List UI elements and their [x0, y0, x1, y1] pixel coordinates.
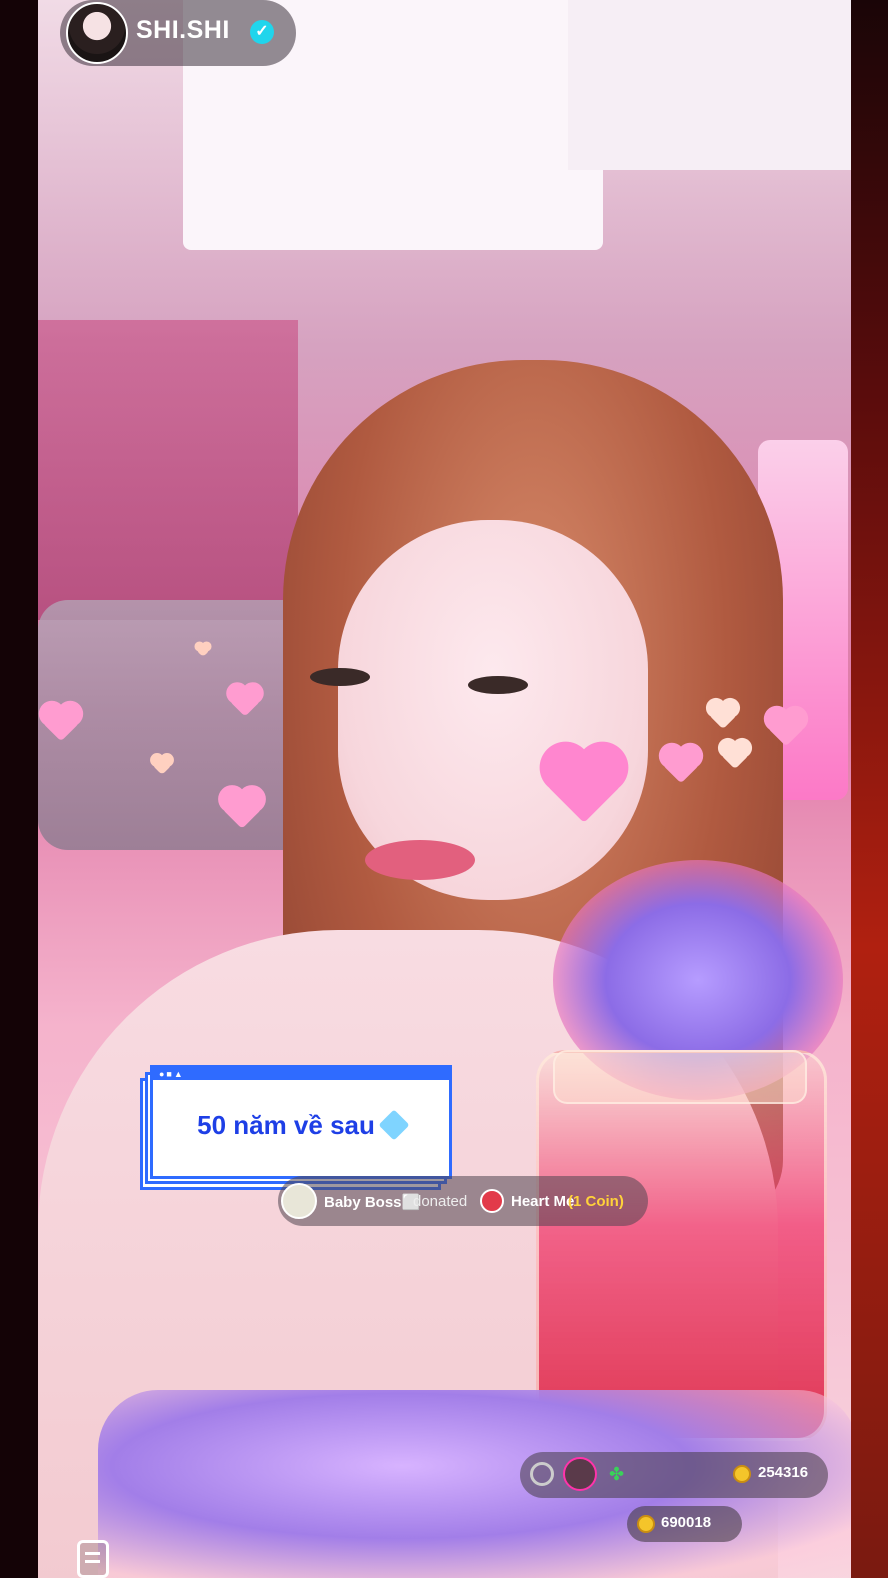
- clover-icon: ✤: [609, 1464, 625, 1484]
- caption-titlebar: ●■▲: [153, 1068, 449, 1080]
- host-avatar[interactable]: [66, 2, 128, 64]
- coin-icon: [637, 1515, 655, 1533]
- donation-action: donated: [413, 1193, 468, 1210]
- donor-name[interactable]: Baby Boss⬜: [324, 1193, 420, 1211]
- video-scene: [38, 0, 851, 1578]
- host-name[interactable]: SHI.SHI: [136, 16, 230, 45]
- coin-icon: [733, 1465, 751, 1483]
- coin-count-bottom: 690018: [661, 1514, 712, 1531]
- caption-text-row: 50 năm về sau: [153, 1109, 449, 1141]
- donor-avatar[interactable]: [281, 1183, 317, 1219]
- background-shelf: [38, 320, 298, 620]
- left-eye: [310, 668, 370, 686]
- caption-text: 50 năm về sau: [197, 1110, 375, 1140]
- top-gifter-avatar[interactable]: [563, 1457, 597, 1491]
- left-letterbox: [0, 0, 38, 1578]
- lips: [365, 840, 475, 880]
- gift-jar-lid: [553, 1050, 807, 1104]
- right-letterbox: [851, 0, 888, 1578]
- verified-check-icon: ✓: [250, 20, 274, 44]
- window-controls-icon: ●■▲: [159, 1069, 185, 1079]
- caption-window: ●■▲ 50 năm về sau: [150, 1065, 452, 1179]
- gift-name: Heart Me: [511, 1193, 575, 1210]
- right-eye: [468, 676, 528, 694]
- gift-jar: [536, 1050, 827, 1441]
- background-monitor-2: [568, 0, 851, 170]
- streamer-face: [338, 520, 648, 900]
- blue-heart-icon: [378, 1109, 410, 1141]
- live-stream-frame: SHI.SHI ✓ ●■▲ 50 năm về sau Baby Boss⬜ d…: [0, 0, 888, 1578]
- ranking-badge-icon[interactable]: [530, 1462, 554, 1486]
- gift-cost: (1 Coin): [568, 1193, 624, 1210]
- coin-count-top: 254316: [758, 1464, 809, 1481]
- heart-me-gift-icon: [480, 1189, 504, 1213]
- document-icon[interactable]: [77, 1540, 109, 1578]
